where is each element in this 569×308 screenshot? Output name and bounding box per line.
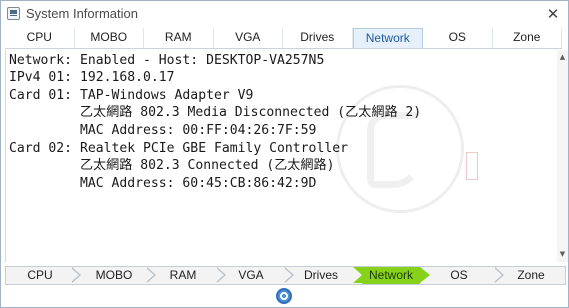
refresh-icon[interactable] [276, 288, 292, 304]
network-info-panel: Network: Enabled - Host: DESKTOP-VA257N5… [5, 50, 557, 262]
chevron-right-icon [71, 267, 81, 283]
tab-network[interactable]: Network [352, 28, 423, 48]
tab-vga[interactable]: VGA [214, 28, 283, 48]
seal-mark [466, 152, 478, 180]
app-icon [7, 7, 20, 20]
title-bar: System Information ✕ [1, 1, 568, 27]
vertical-scrollbar[interactable]: ▲ ▼ [557, 50, 568, 262]
scroll-up-icon[interactable]: ▲ [557, 52, 568, 63]
crumb-cpu[interactable]: CPU [7, 267, 73, 284]
scroll-down-icon[interactable]: ▼ [557, 249, 568, 260]
tab-zone[interactable]: Zone [493, 28, 562, 48]
card-02-status: 乙太網路 802.3 Connected (乙太網路) [9, 158, 335, 173]
tab-cpu[interactable]: CPU [5, 28, 75, 48]
window-title: System Information [26, 6, 138, 21]
crumb-network[interactable]: Network [362, 267, 420, 284]
card-02-name: Card 02: Realtek PCIe GBE Family Control… [9, 141, 348, 156]
crumb-zone[interactable]: Zone [498, 267, 564, 284]
crumb-drives[interactable]: Drives [288, 267, 354, 284]
card-01-status: 乙太網路 802.3 Media Disconnected (乙太網路 2) [9, 105, 422, 120]
bottom-breadcrumb-bar: CPU MOBO RAM VGA Drives Network OS Zone [5, 266, 566, 285]
card-02-mac: MAC Address: 60:45:CB:86:42:9D [9, 176, 317, 191]
active-notch [353, 267, 362, 283]
tab-drives[interactable]: Drives [283, 28, 353, 48]
top-tab-bar: CPU MOBO RAM VGA Drives Network OS Zone [5, 28, 562, 49]
close-icon[interactable]: ✕ [542, 4, 564, 24]
network-status-line: Network: Enabled - Host: DESKTOP-VA257N5 [9, 53, 325, 68]
crumb-vga[interactable]: VGA [218, 267, 284, 284]
tab-os[interactable]: OS [423, 28, 493, 48]
tab-mobo[interactable]: MOBO [75, 28, 144, 48]
card-01-mac: MAC Address: 00:FF:04:26:7F:59 [9, 123, 317, 138]
footer [1, 287, 568, 307]
system-information-window: System Information ✕ CPU MOBO RAM VGA Dr… [0, 0, 569, 308]
tab-ram[interactable]: RAM [144, 28, 214, 48]
crumb-ram[interactable]: RAM [150, 267, 216, 284]
card-01-name: Card 01: TAP-Windows Adapter V9 [9, 88, 254, 103]
crumb-mobo[interactable]: MOBO [81, 267, 147, 284]
crumb-os[interactable]: OS [426, 267, 492, 284]
ipv4-line: IPv4 01: 192.168.0.17 [9, 70, 175, 85]
